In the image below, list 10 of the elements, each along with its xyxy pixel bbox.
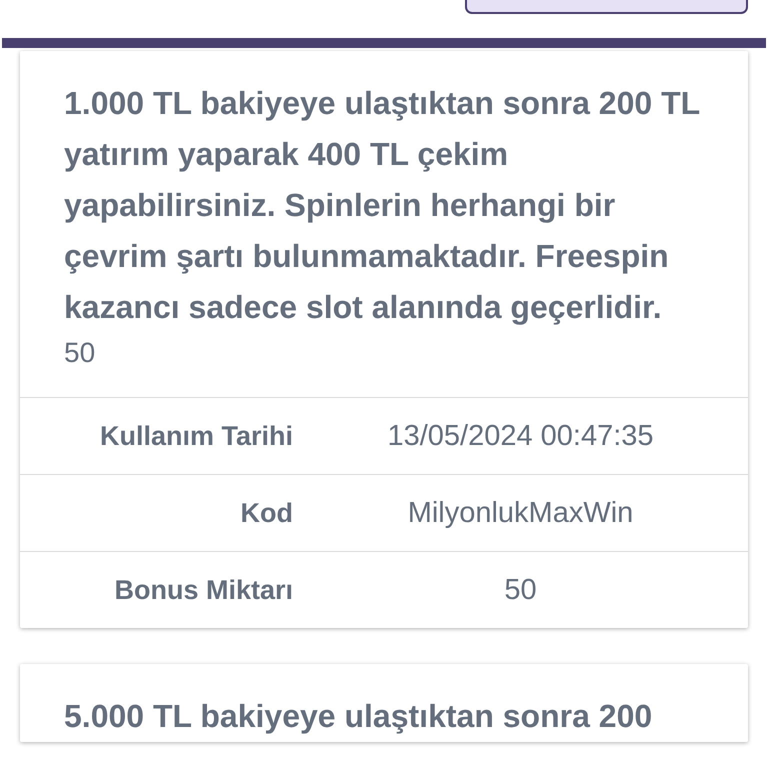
detail-value: MilyonlukMaxWin bbox=[408, 496, 634, 528]
detail-value: 50 bbox=[504, 574, 537, 606]
detail-label: Kod bbox=[240, 498, 293, 528]
top-button[interactable] bbox=[465, 0, 748, 14]
detail-label: Kullanım Tarihi bbox=[100, 420, 293, 450]
detail-value: 13/05/2024 00:47:35 bbox=[387, 420, 654, 452]
bonus-description: 5.000 TL bakiyeye ulaştıktan sonra 200 bbox=[63, 697, 654, 736]
bonus-amount: 50 bbox=[63, 336, 96, 370]
bonus-description: 1.000 TL bakiyeye ulaştıktan sonra 200 TL yatırım yaparak 400 TL çekim yapabilirsiniz. Spinlerin herhangi bir çevrim şartı bulunmamaktadır. Freespin kazancı sadece slot alanında geçerlidir. bbox=[63, 84, 701, 327]
detail-label: Bonus Miktarı bbox=[114, 574, 293, 604]
